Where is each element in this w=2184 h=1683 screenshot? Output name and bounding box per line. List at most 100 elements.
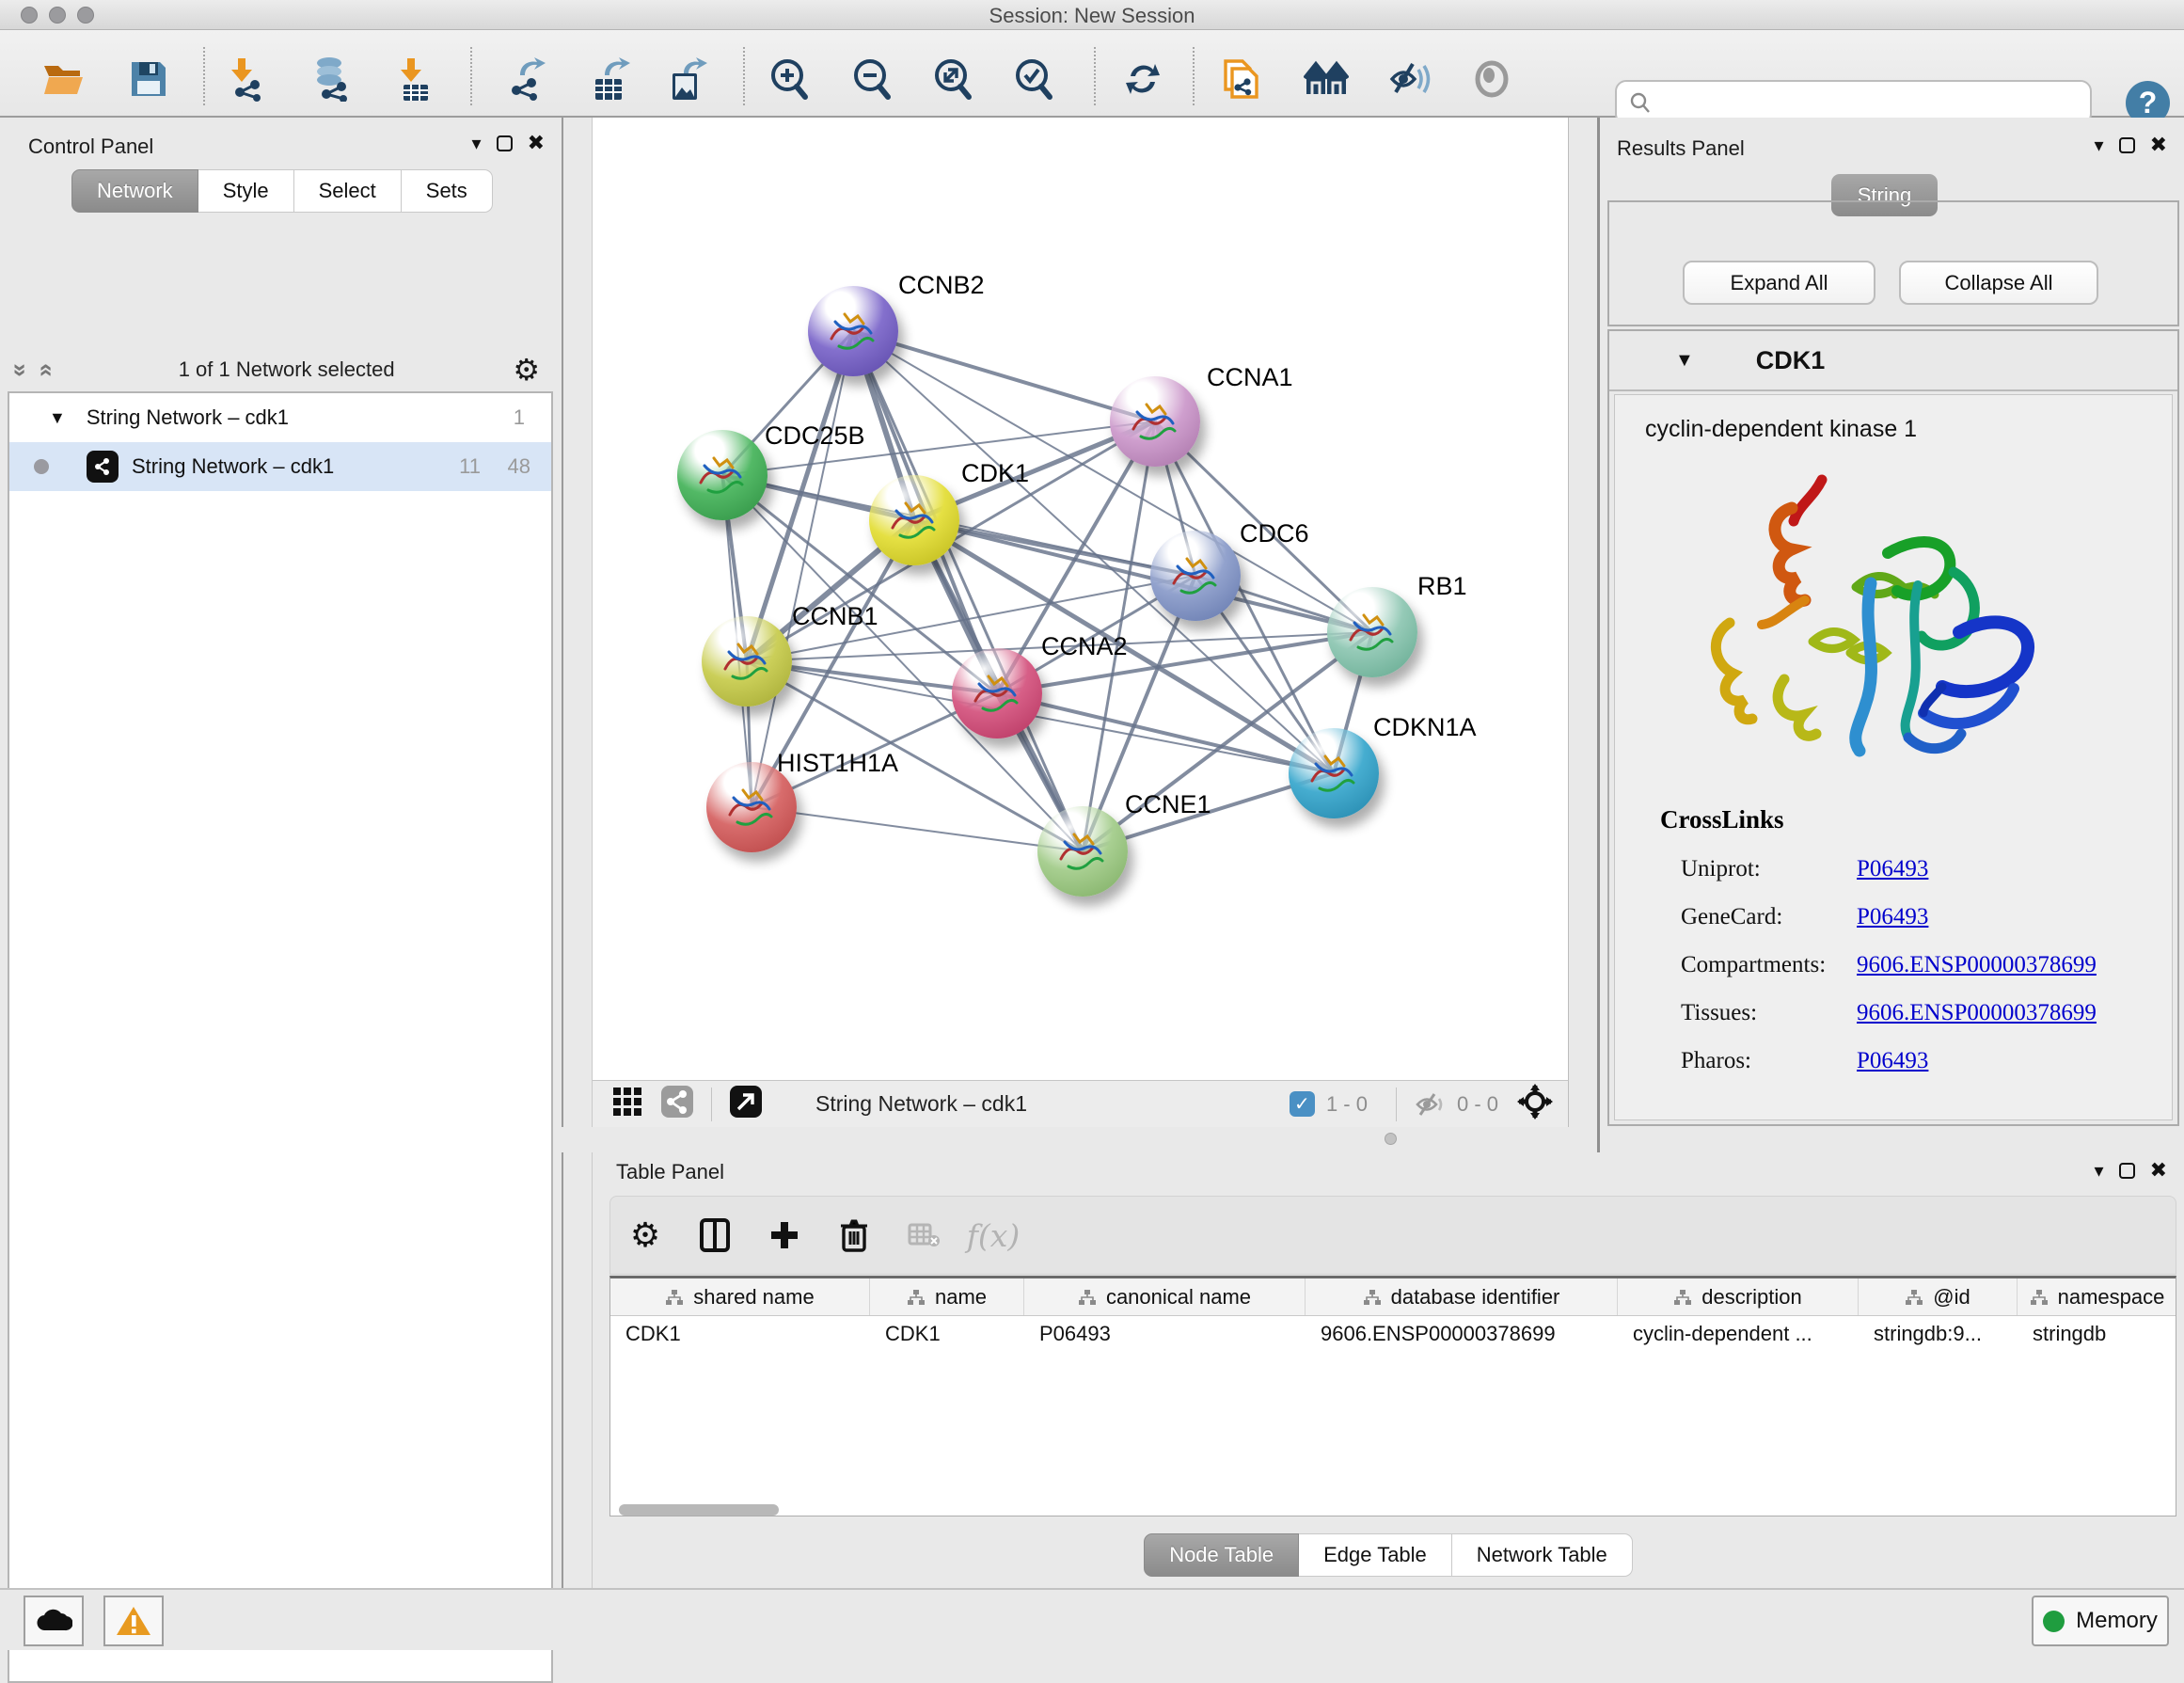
tab-network[interactable]: Network [71, 169, 198, 213]
import-table-button[interactable] [388, 53, 440, 105]
crosslink-link[interactable]: P06493 [1857, 1048, 1928, 1074]
table-cell[interactable]: 9606.ENSP00000378699 [1306, 1316, 1618, 1352]
table-cell[interactable]: stringdb:9... [1859, 1316, 2018, 1352]
column-header-shared-name[interactable]: shared name [610, 1278, 870, 1315]
collection-expand-icon[interactable]: ▼ [49, 408, 66, 428]
export-network-button[interactable] [500, 53, 553, 105]
column-header-canonical-name[interactable]: canonical name [1024, 1278, 1306, 1315]
network-node-CCNA1[interactable] [1110, 376, 1200, 467]
control-panel-splitter[interactable] [562, 118, 593, 1588]
tab-node-table[interactable]: Node Table [1144, 1533, 1299, 1577]
network-share-icon [87, 451, 119, 483]
import-network-file-button[interactable] [220, 53, 273, 105]
protein-header-row[interactable]: ▼ CDK1 [1609, 331, 2177, 391]
zoom-selected-button[interactable] [1008, 53, 1061, 105]
crosslink-link[interactable]: P06493 [1857, 904, 1928, 930]
panel-maximize-icon[interactable] [497, 135, 513, 151]
network-node-CCNA2[interactable] [952, 648, 1042, 738]
zoom-in-button[interactable] [764, 53, 816, 105]
network-canvas[interactable]: CCNB2CCNA1CDC25BCDK1CDC6RB1CCNB1CCNA2CDK… [593, 118, 1569, 1080]
toolbar-separator [1094, 47, 1096, 105]
show-graphics-details-button[interactable] [1465, 53, 1518, 105]
tab-edge-table[interactable]: Edge Table [1299, 1533, 1452, 1577]
column-header-database-identifier[interactable]: database identifier [1306, 1278, 1618, 1315]
panel-float-icon[interactable]: ▾ [472, 132, 482, 155]
expand-all-button[interactable]: Expand All [1683, 261, 1875, 305]
zoom-out-button[interactable] [847, 53, 899, 105]
table-cell[interactable]: cyclin-dependent ... [1618, 1316, 1859, 1352]
crosslink-link[interactable]: 9606.ENSP00000378699 [1857, 952, 2097, 978]
crosslink-link[interactable]: P06493 [1857, 856, 1928, 882]
collapse-all-networks-icon[interactable]: » [7, 357, 36, 383]
grid-view-button[interactable] [611, 1086, 643, 1122]
panel-maximize-icon[interactable] [2119, 1163, 2135, 1179]
selected-checkbox-icon[interactable]: ✓ [1290, 1091, 1315, 1117]
tab-select[interactable]: Select [294, 169, 402, 213]
table-cell[interactable]: CDK1 [610, 1316, 870, 1352]
panel-float-icon[interactable]: ▾ [2095, 1159, 2104, 1183]
import-network-database-button[interactable] [305, 53, 357, 105]
network-node-CDK1[interactable] [869, 475, 959, 565]
new-network-from-selection-button[interactable] [1215, 53, 1268, 105]
toggle-column-button[interactable] [680, 1218, 750, 1252]
crosslink-link[interactable]: 9606.ENSP00000378699 [1857, 1000, 2097, 1026]
delete-column-button[interactable] [819, 1218, 889, 1252]
network-list-options-gear-icon[interactable]: ⚙ [513, 352, 540, 388]
open-session-button[interactable] [38, 53, 90, 105]
scrollbar-thumb[interactable] [619, 1504, 779, 1516]
warning-button[interactable] [103, 1596, 164, 1646]
column-header-namespace[interactable]: namespace [2018, 1278, 2176, 1315]
single-view-button[interactable] [660, 1085, 694, 1123]
network-row-selected[interactable]: String Network – cdk1 11 48 [9, 442, 551, 491]
tab-sets[interactable]: Sets [402, 169, 493, 213]
zoom-fit-button[interactable] [927, 53, 980, 105]
table-cell[interactable]: CDK1 [870, 1316, 1024, 1352]
panel-close-icon[interactable]: ✖ [528, 131, 545, 155]
network-edge[interactable] [752, 807, 1083, 851]
export-table-button[interactable] [583, 53, 636, 105]
crosslinks-section: CrossLinks Uniprot:P06493GeneCard:P06493… [1660, 805, 2097, 1074]
panel-maximize-icon[interactable] [2119, 137, 2135, 153]
network-edge[interactable] [997, 693, 1334, 773]
network-node-CDKN1A[interactable] [1289, 728, 1379, 818]
table-settings-gear-icon[interactable]: ⚙ [610, 1215, 680, 1255]
network-collection-row[interactable]: ▼ String Network – cdk1 1 [9, 393, 551, 442]
eye-slash-icon [1386, 58, 1432, 100]
network-node-CCNB1[interactable] [702, 616, 792, 707]
column-header-@id[interactable]: @id [1859, 1278, 2018, 1315]
network-edge[interactable] [853, 331, 1155, 421]
cloud-status-button[interactable] [24, 1596, 84, 1646]
add-column-button[interactable] [750, 1219, 819, 1251]
network-edge[interactable] [752, 331, 853, 807]
column-header-description[interactable]: description [1618, 1278, 1859, 1315]
birds-eye-toggle-button[interactable] [1517, 1084, 1553, 1124]
network-node-CCNB2[interactable] [808, 286, 898, 376]
column-label: @id [1933, 1285, 1970, 1310]
hide-selected-button[interactable] [1383, 53, 1435, 105]
column-header-name[interactable]: name [870, 1278, 1024, 1315]
panel-close-icon[interactable]: ✖ [2150, 133, 2167, 157]
birds-eye-view-button[interactable] [1300, 53, 1353, 105]
expand-all-networks-icon[interactable]: « [33, 357, 62, 383]
network-node-RB1[interactable] [1327, 587, 1417, 677]
save-session-button[interactable] [122, 53, 175, 105]
apply-layout-button[interactable] [1116, 53, 1169, 105]
tab-style[interactable]: Style [198, 169, 294, 213]
network-node-CCNE1[interactable] [1037, 806, 1128, 897]
table-cell[interactable]: P06493 [1024, 1316, 1306, 1352]
collapse-all-button[interactable]: Collapse All [1899, 261, 2098, 305]
splitter-grip[interactable] [1385, 1133, 1397, 1145]
panel-float-icon[interactable]: ▾ [2095, 134, 2104, 157]
detach-view-button[interactable] [729, 1085, 763, 1123]
memory-button[interactable]: Memory [2032, 1596, 2169, 1646]
network-node-CDC25B[interactable] [677, 430, 768, 520]
table-cell[interactable]: stringdb [2018, 1316, 2176, 1352]
table-horizontal-scrollbar[interactable] [609, 1502, 2176, 1517]
network-node-CDC6[interactable] [1150, 531, 1241, 621]
table-row[interactable]: CDK1CDK1P064939606.ENSP00000378699cyclin… [610, 1316, 2176, 1352]
protein-expand-icon[interactable]: ▼ [1675, 350, 1694, 372]
export-image-button[interactable] [660, 53, 713, 105]
tab-network-table[interactable]: Network Table [1452, 1533, 1633, 1577]
panel-close-icon[interactable]: ✖ [2150, 1158, 2167, 1183]
search-input[interactable] [1662, 90, 2090, 115]
